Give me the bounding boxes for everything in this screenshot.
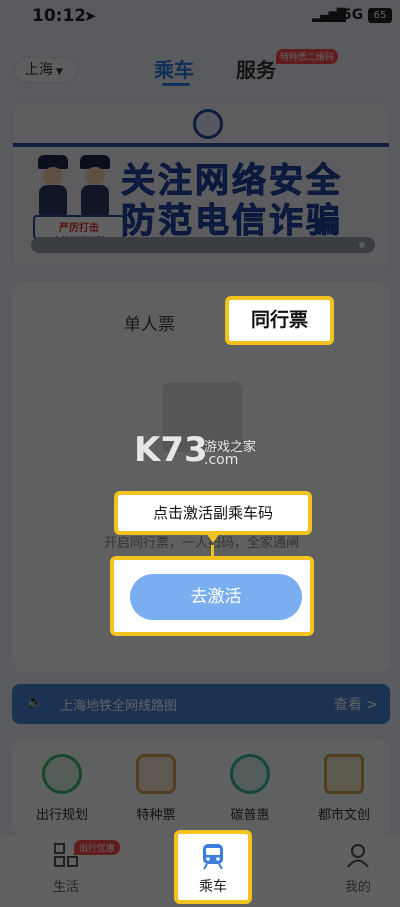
battery-icon: 65 <box>368 8 392 23</box>
culture-icon <box>324 754 364 794</box>
grid-item-culture[interactable]: 都市文创 <box>304 754 384 823</box>
status-bar: 10:12 ➤ ▂▄▆█ 5G 65 <box>0 0 400 34</box>
banner-stripe <box>13 143 389 147</box>
tab-single-ticket[interactable]: 单人票 <box>124 310 175 335</box>
carbon-icon <box>230 754 270 794</box>
location-arrow-icon: ➤ <box>84 7 97 25</box>
nav-ride[interactable]: 乘车 <box>174 830 252 904</box>
grid-item-label: 特种票 <box>136 808 176 823</box>
network-type: 5G <box>342 7 364 23</box>
grid-item-label: 出行规划 <box>35 808 88 823</box>
police-figure-icon <box>77 155 113 215</box>
grid-item-carbon[interactable]: 碳普惠 <box>210 754 290 823</box>
promo-banner[interactable]: 严厉打击 电信网络诈骗 关注网络安全 防范电信诈骗 <box>12 102 390 268</box>
nav-mine-label: 我的 <box>344 880 371 895</box>
nav-mine[interactable]: 我的 <box>318 842 398 895</box>
nav-ride-label: 乘车 <box>199 879 227 895</box>
police-figure-icon <box>35 155 71 215</box>
special-ticket-icon <box>136 754 176 794</box>
caret-down-icon: ▼ <box>56 67 63 77</box>
quick-grid: 出行规划 特种票 碳普惠 都市文创 <box>12 740 390 836</box>
service-badge: 特种票二维码 <box>276 49 339 64</box>
notice-text: 上海地铁全网线路图 <box>60 699 178 714</box>
metro-train-icon <box>199 842 227 870</box>
speaker-icon: 🔈 <box>26 694 44 710</box>
activate-button[interactable]: 去激活 <box>130 574 302 620</box>
signal-icon: ▂▄▆█ <box>312 8 346 22</box>
tab-service[interactable]: 服务 <box>236 54 276 83</box>
police-emblem-icon <box>193 109 223 139</box>
route-plan-icon <box>42 754 82 794</box>
city-name: 上海 <box>25 62 53 78</box>
watermark-main: K73 <box>134 430 208 470</box>
person-icon <box>345 842 371 868</box>
guide-tooltip: 点击激活副乘车码 <box>114 491 312 535</box>
tab-ride[interactable]: 乘车 <box>154 54 194 83</box>
notice-bar[interactable]: 🔈 上海地铁全网线路图 查看 > <box>12 684 390 724</box>
watermark-sub2: .com <box>204 452 239 468</box>
nav-life-label: 生活 <box>52 880 79 895</box>
tab-group-ticket[interactable]: 同行票 <box>225 296 334 345</box>
grid-item-label: 都市文创 <box>317 808 370 823</box>
city-selector[interactable]: 上海 ▼ <box>14 57 78 83</box>
banner-pager <box>31 237 375 253</box>
grid-item-special-ticket[interactable]: 特种票 <box>116 754 196 823</box>
shield-line1: 严厉打击 <box>59 223 99 234</box>
activate-button-highlight: 去激活 <box>110 556 314 636</box>
life-badge: 出行优惠 <box>74 840 121 855</box>
status-time: 10:12 <box>32 6 87 26</box>
grid-item-label: 碳普惠 <box>230 808 270 823</box>
notice-more-link[interactable]: 查看 > <box>334 694 378 714</box>
tab-active-indicator <box>162 83 190 86</box>
watermark: K73 游戏之家 .com <box>134 430 256 470</box>
grid-item-route-plan[interactable]: 出行规划 <box>22 754 102 823</box>
pager-dot <box>359 242 365 248</box>
banner-slogan-2: 防范电信诈骗 <box>121 201 343 242</box>
